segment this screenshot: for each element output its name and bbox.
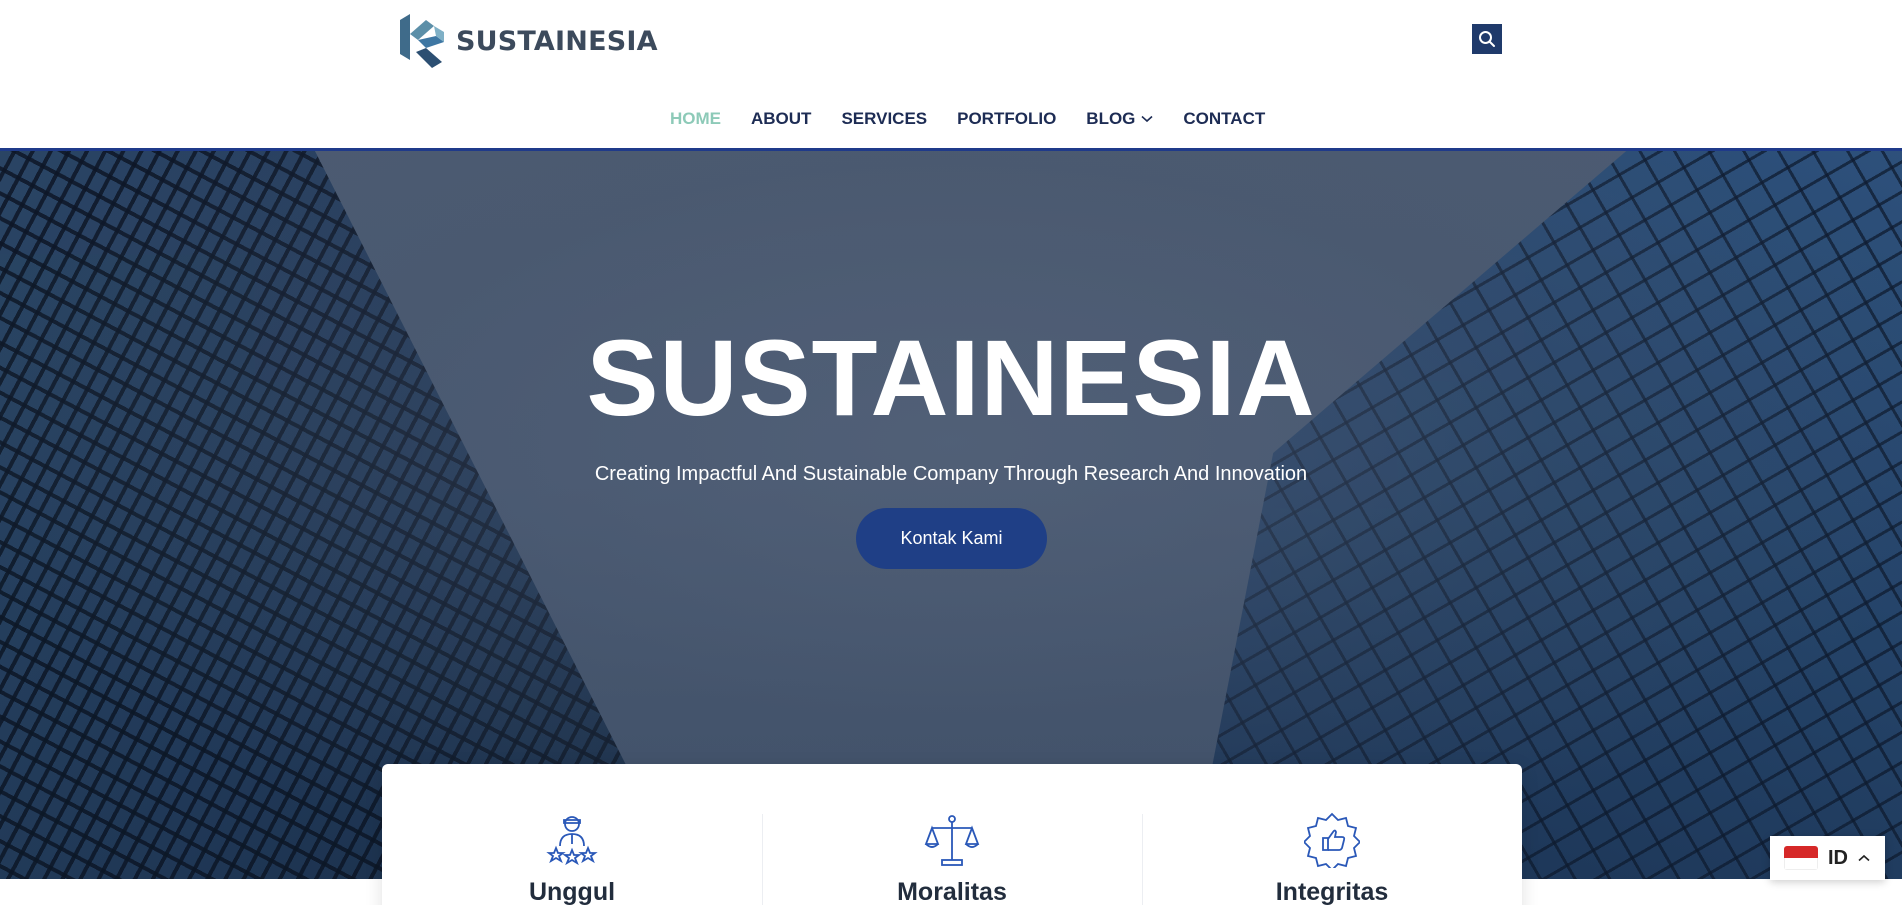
nav-services[interactable]: SERVICES (826, 103, 942, 135)
site-logo[interactable]: SUSTAINESIA (396, 12, 658, 70)
indonesia-flag-icon (1784, 846, 1818, 870)
feature-integritas: Integritas (1142, 764, 1522, 905)
chevron-down-icon (1141, 115, 1153, 123)
feature-moralitas: Moralitas (762, 764, 1142, 905)
nav-home[interactable]: HOME (655, 103, 736, 135)
nav-about[interactable]: ABOUT (736, 103, 826, 135)
team-stars-icon (546, 816, 598, 866)
main-nav: HOME ABOUT SERVICES PORTFOLIO BLOG CONTA… (655, 103, 1280, 135)
language-switcher[interactable]: ID (1770, 836, 1885, 880)
language-code: ID (1828, 846, 1848, 869)
hero-title: SUSTAINESIA (586, 317, 1316, 438)
feature-title: Moralitas (897, 878, 1007, 905)
chevron-up-icon (1858, 854, 1870, 862)
search-icon (1479, 31, 1495, 47)
site-header: SUSTAINESIA HOME ABOUT SERVICES PORTFOLI… (0, 0, 1902, 151)
values-card: Unggul Moralitas Integritas (382, 764, 1522, 905)
logo-mark-icon (400, 14, 444, 68)
nav-blog[interactable]: BLOG (1071, 103, 1168, 135)
hero-subtitle: Creating Impactful And Sustainable Compa… (594, 463, 1308, 485)
logo-text: SUSTAINESIA (456, 25, 658, 57)
feature-unggul: Unggul (382, 764, 762, 905)
contact-us-button[interactable]: Kontak Kami (856, 508, 1047, 569)
nav-portfolio[interactable]: PORTFOLIO (942, 103, 1071, 135)
search-button[interactable] (1472, 24, 1502, 54)
balance-scale-icon (924, 815, 980, 866)
nav-contact[interactable]: CONTACT (1168, 103, 1280, 135)
thumbs-up-badge-icon (1304, 812, 1360, 868)
feature-title: Integritas (1275, 878, 1389, 905)
feature-title: Unggul (528, 878, 616, 905)
